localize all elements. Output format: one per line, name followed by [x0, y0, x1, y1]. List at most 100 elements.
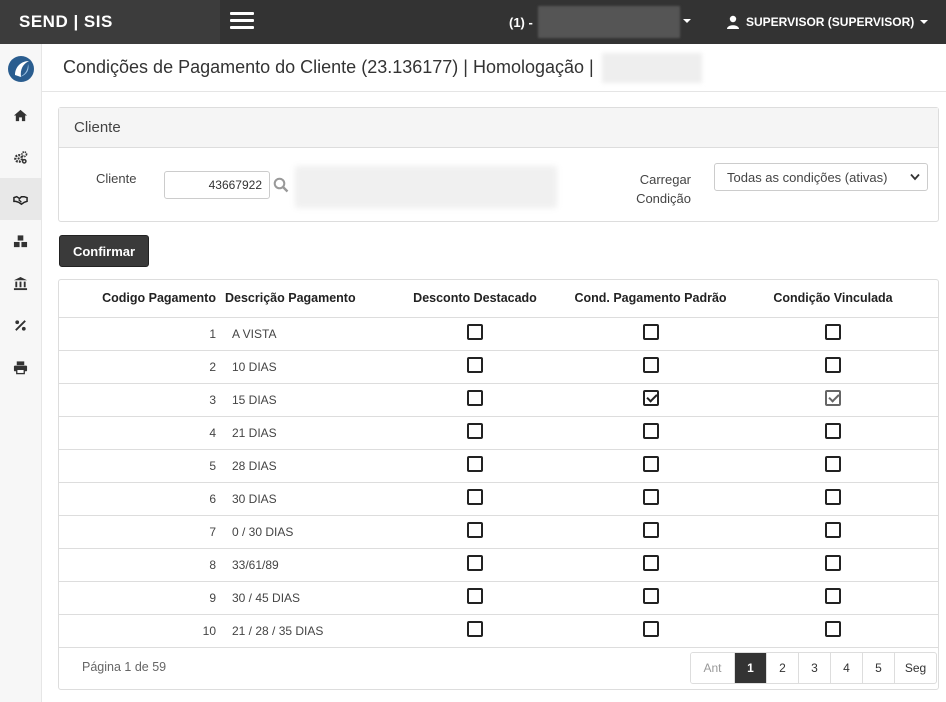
- confirm-button[interactable]: Confirmar: [59, 235, 149, 267]
- padrao-checkbox[interactable]: [642, 488, 659, 505]
- payment-conditions-table-panel: Codigo Pagamento Descrição Pagamento Des…: [58, 279, 939, 690]
- table-row: 5 28 DIAS: [59, 449, 938, 483]
- padrao-checkbox[interactable]: [642, 356, 659, 373]
- page-header: Condições de Pagamento do Cliente (23.13…: [42, 44, 946, 92]
- padrao-checkbox[interactable]: [642, 554, 659, 571]
- vinculada-checkbox[interactable]: [825, 389, 841, 406]
- padrao-checkbox[interactable]: [642, 521, 659, 538]
- cell-descricao: 21 DIAS: [222, 416, 377, 450]
- pagination: Ant 1 2 3 4 5 Seg: [690, 652, 937, 684]
- page-button-5[interactable]: 5: [862, 653, 894, 683]
- company-selector[interactable]: (1) -: [509, 0, 533, 44]
- padrao-checkbox[interactable]: [642, 620, 659, 637]
- redacted-environment: [601, 52, 702, 83]
- desconto-checkbox[interactable]: [467, 323, 483, 340]
- cliente-input[interactable]: [164, 171, 270, 199]
- padrao-checkbox[interactable]: [642, 389, 659, 406]
- condicao-select-value: Todas as condições (ativas): [727, 169, 888, 185]
- caret-down-icon[interactable]: [683, 19, 691, 23]
- desconto-checkbox[interactable]: [467, 554, 483, 571]
- cell-descricao: 15 DIAS: [222, 383, 377, 417]
- vinculada-checkbox[interactable]: [825, 554, 841, 571]
- table-footer: Página 1 de 59 Ant 1 2 3 4 5 Seg: [59, 647, 938, 690]
- desconto-checkbox[interactable]: [467, 620, 483, 637]
- header-descricao[interactable]: Descrição Pagamento: [222, 280, 377, 318]
- page-info: Página 1 de 59: [82, 660, 167, 674]
- sidebar-item-handshake[interactable]: [0, 178, 41, 220]
- top-navbar: SEND | SIS (1) - SUPERVISOR (SUPERVISOR): [0, 0, 946, 44]
- vinculada-checkbox[interactable]: [825, 422, 841, 439]
- sidebar-item-bank[interactable]: [0, 262, 41, 304]
- cell-vinculada: [728, 548, 938, 582]
- vinculada-checkbox[interactable]: [825, 587, 841, 604]
- user-menu[interactable]: SUPERVISOR (SUPERVISOR): [726, 0, 929, 44]
- cliente-panel: Cliente Cliente Carregar Condição Todas …: [58, 107, 939, 222]
- desconto-checkbox[interactable]: [467, 455, 483, 472]
- cell-vinculada: [728, 581, 938, 615]
- page-button-4[interactable]: 4: [830, 653, 862, 683]
- vinculada-checkbox[interactable]: [825, 455, 841, 472]
- vinculada-checkbox[interactable]: [825, 356, 841, 373]
- carregar-label-line2: Condição: [636, 191, 691, 206]
- desconto-checkbox[interactable]: [467, 422, 483, 439]
- padrao-checkbox[interactable]: [642, 422, 659, 439]
- sidebar-item-products[interactable]: [0, 220, 41, 262]
- cell-codigo: 1: [59, 317, 222, 351]
- cell-codigo: 2: [59, 350, 222, 384]
- app-logo-icon[interactable]: [0, 44, 41, 94]
- desconto-checkbox[interactable]: [467, 389, 483, 406]
- page-button-3[interactable]: 3: [798, 653, 830, 683]
- sidebar-item-home[interactable]: [0, 94, 41, 136]
- cell-padrao: [573, 581, 728, 615]
- prev-page-button[interactable]: Ant: [691, 653, 734, 683]
- cell-codigo: 7: [59, 515, 222, 549]
- gears-icon: [14, 150, 28, 164]
- vinculada-checkbox[interactable]: [825, 323, 841, 340]
- cell-desconto: [377, 581, 573, 615]
- vinculada-checkbox[interactable]: [825, 521, 841, 538]
- cell-descricao: 33/61/89: [222, 548, 377, 582]
- brand-logo-text[interactable]: SEND | SIS: [0, 0, 220, 44]
- padrao-checkbox[interactable]: [642, 455, 659, 472]
- padrao-checkbox[interactable]: [642, 587, 659, 604]
- handshake-icon: [13, 195, 28, 205]
- cubes-icon: [13, 234, 28, 247]
- header-padrao[interactable]: Cond. Pagamento Padrão: [573, 280, 728, 318]
- header-vinculada[interactable]: Condição Vinculada: [728, 280, 938, 318]
- desconto-checkbox[interactable]: [467, 587, 483, 604]
- cell-padrao: [573, 317, 728, 351]
- hamburger-menu-icon[interactable]: [230, 12, 254, 30]
- cell-codigo: 10: [59, 614, 222, 648]
- cell-vinculada: [728, 350, 938, 384]
- cell-codigo: 6: [59, 482, 222, 516]
- panel-heading: Cliente: [59, 108, 938, 148]
- redacted-client-name: [295, 166, 557, 208]
- cliente-label: Cliente: [96, 171, 137, 186]
- sidebar-item-print[interactable]: [0, 346, 41, 388]
- sidebar-item-settings[interactable]: [0, 136, 41, 178]
- vinculada-checkbox[interactable]: [825, 488, 841, 505]
- next-page-button[interactable]: Seg: [894, 653, 936, 683]
- vinculada-checkbox[interactable]: [825, 620, 841, 637]
- cell-vinculada: [728, 614, 938, 648]
- sidebar-item-discounts[interactable]: [0, 304, 41, 346]
- percent-icon: [15, 319, 26, 331]
- desconto-checkbox[interactable]: [467, 521, 483, 538]
- cell-padrao: [573, 350, 728, 384]
- page-button-2[interactable]: 2: [766, 653, 798, 683]
- search-icon[interactable]: [273, 177, 289, 193]
- cell-padrao: [573, 482, 728, 516]
- condicao-select[interactable]: Todas as condições (ativas): [714, 163, 928, 191]
- cell-vinculada: [728, 416, 938, 450]
- cell-padrao: [573, 449, 728, 483]
- desconto-checkbox[interactable]: [467, 488, 483, 505]
- padrao-checkbox[interactable]: [642, 323, 659, 340]
- cell-descricao: 0 / 30 DIAS: [222, 515, 377, 549]
- cell-padrao: [573, 515, 728, 549]
- header-codigo[interactable]: Codigo Pagamento: [59, 280, 222, 318]
- page-title: Condições de Pagamento do Cliente (23.13…: [63, 57, 594, 77]
- cell-padrao: [573, 383, 728, 417]
- page-button-1[interactable]: 1: [734, 653, 766, 683]
- desconto-checkbox[interactable]: [467, 356, 483, 373]
- header-desconto[interactable]: Desconto Destacado: [377, 280, 573, 318]
